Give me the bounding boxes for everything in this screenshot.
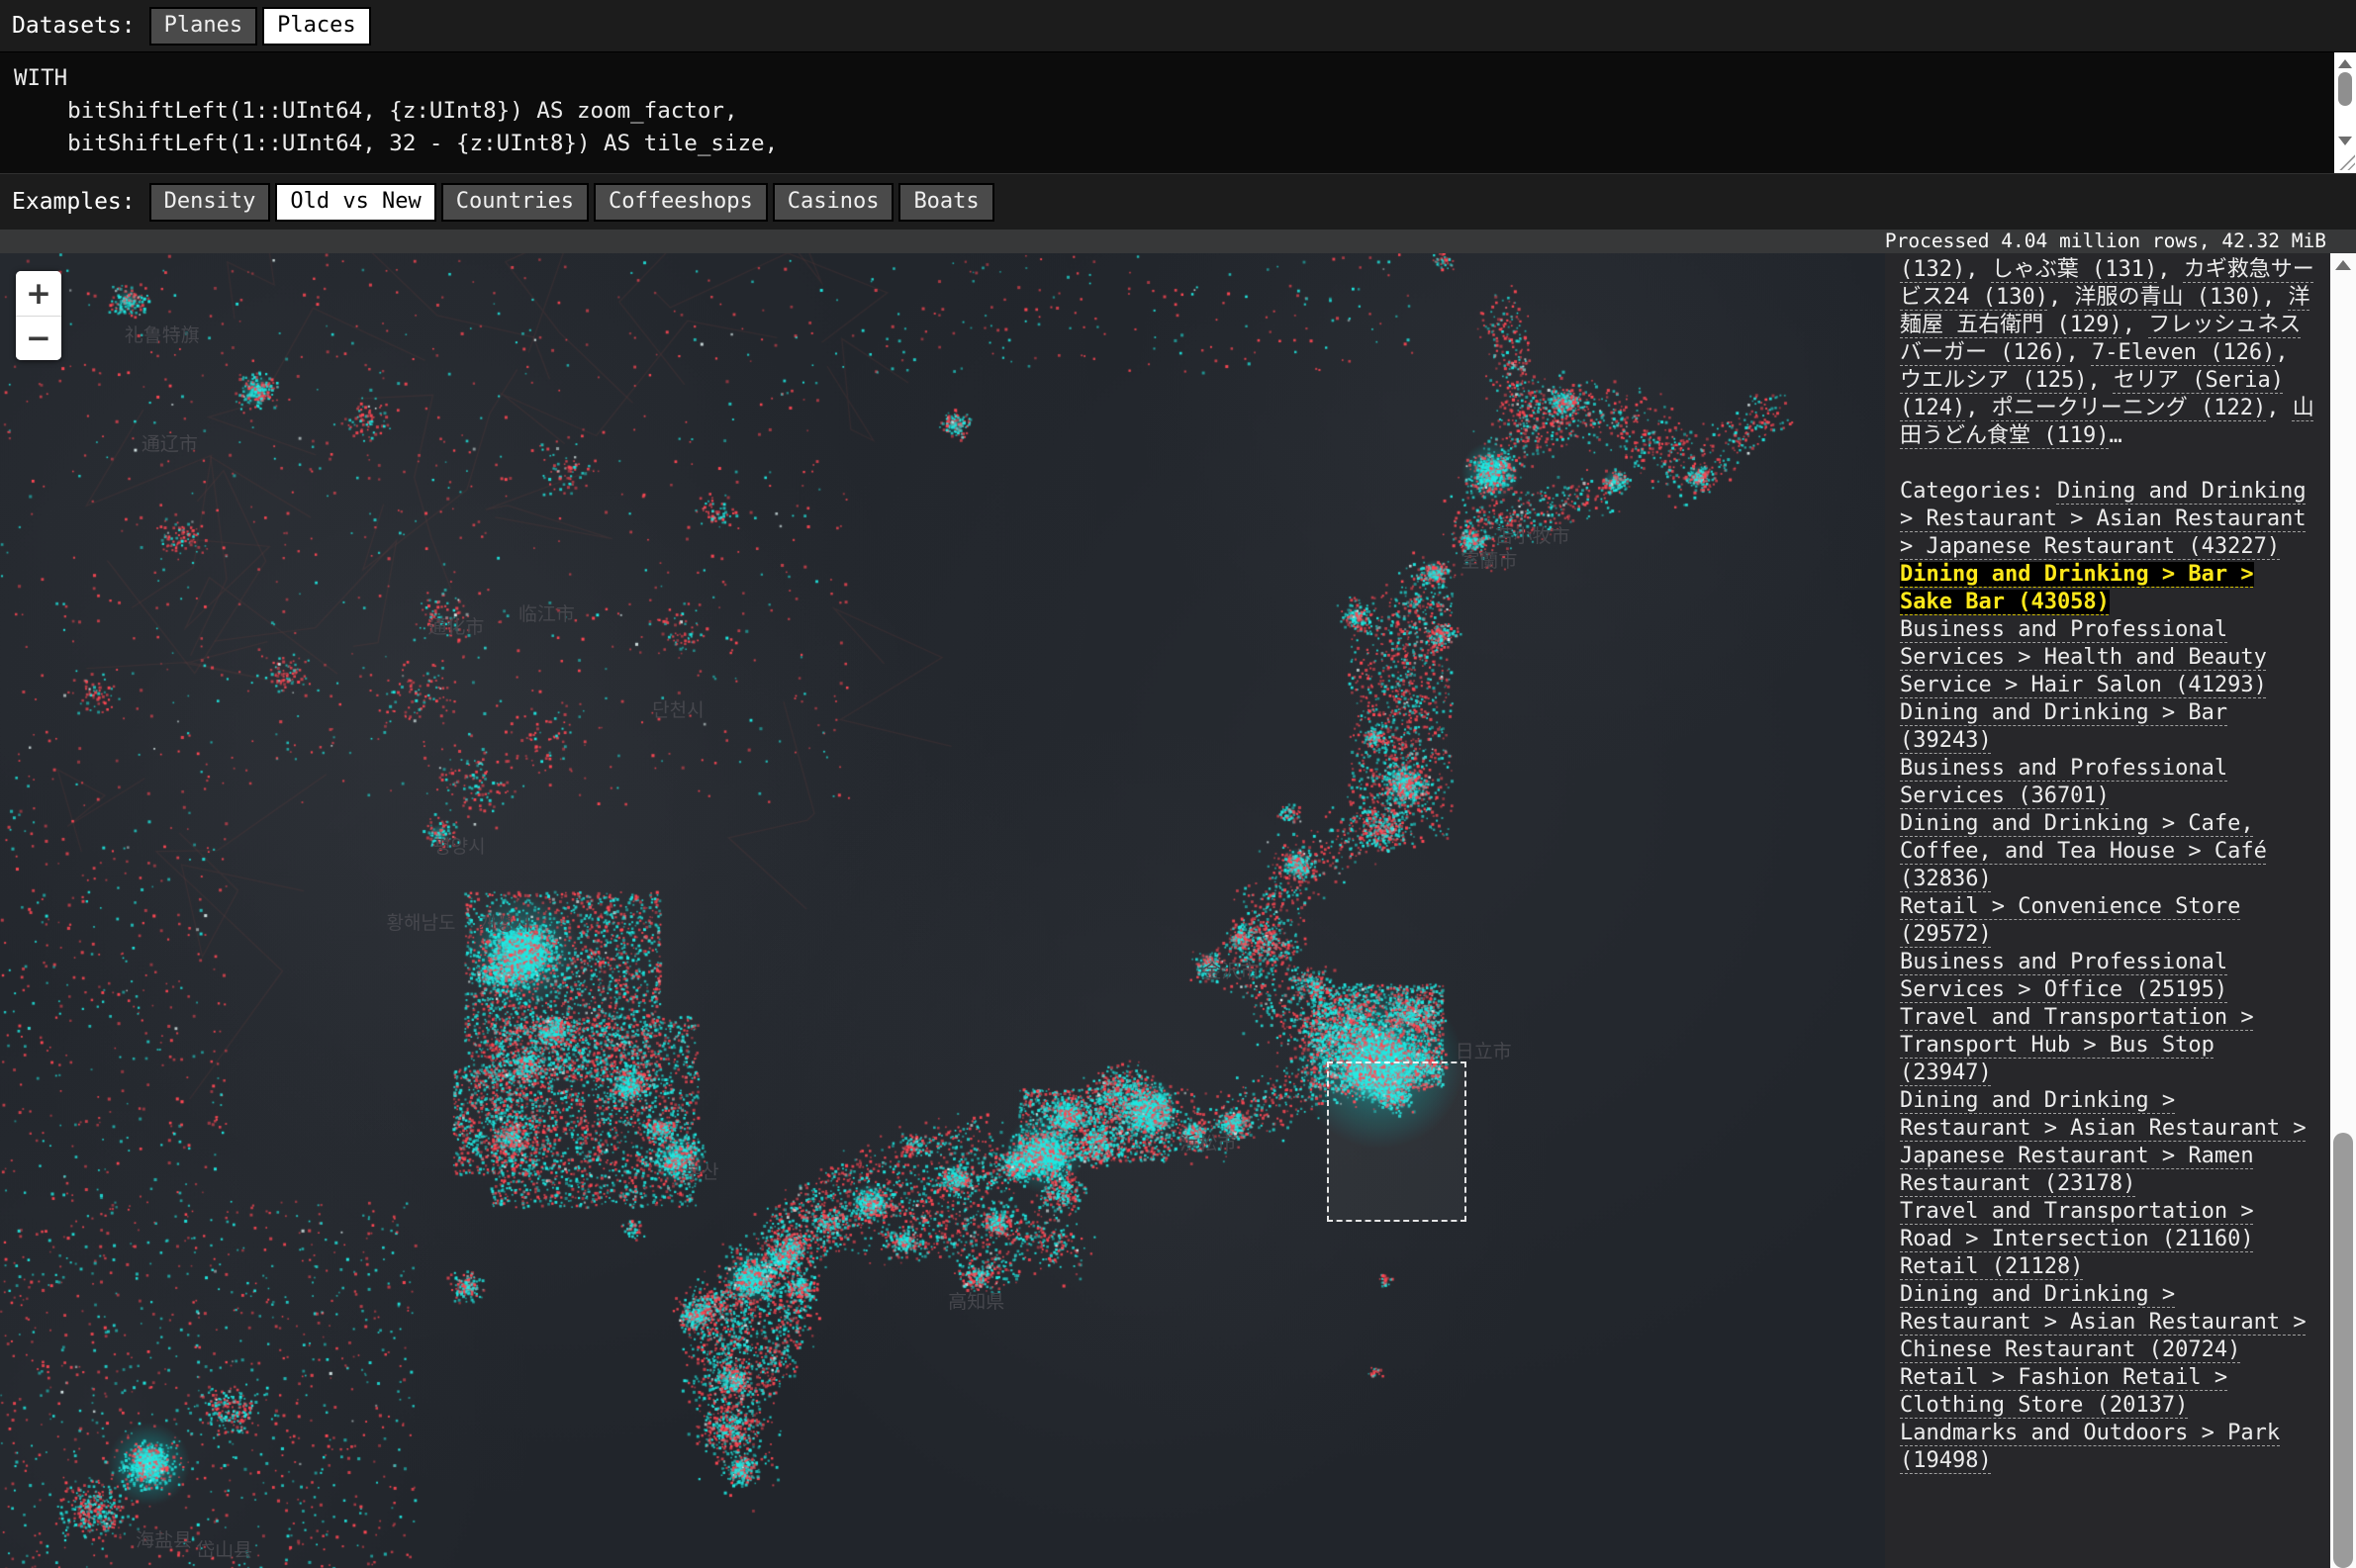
dataset-button-planes[interactable]: Planes	[149, 7, 257, 46]
category-link[interactable]: Dining and Drinking > Cafe, Coffee, and …	[1900, 811, 2267, 891]
sql-query-input[interactable]	[0, 52, 2334, 173]
map-place-label: 단천시	[652, 695, 704, 722]
category-link[interactable]: Travel and Transportation > Transport Hu…	[1900, 1005, 2254, 1085]
category-link[interactable]: Business and Professional Services > Off…	[1900, 950, 2227, 1002]
map-place-label: 日立市	[1456, 1037, 1512, 1063]
map-place-label: 通辽市	[141, 429, 198, 456]
example-button-countries[interactable]: Countries	[441, 183, 589, 222]
map-place-label: 浜松市	[1180, 1129, 1237, 1155]
resize-grip-icon[interactable]	[2338, 153, 2355, 170]
scroll-up-icon[interactable]	[2335, 260, 2351, 270]
examples-label: Examples:	[12, 189, 136, 215]
main-area: + − 礼鲁特旗通辽市通化市 临江市 단천시평양시황해남도 개성시부산 苫小牧市室蘭市金…	[0, 253, 2356, 1568]
map-place-label: 金沢市	[1202, 957, 1259, 983]
map-place-label: 岱山县	[196, 1535, 252, 1562]
map-place-label: 高知県	[948, 1287, 1004, 1314]
top-name-link[interactable]: ポニークリーニング (122)	[1992, 396, 2266, 420]
map-place-label: 부산	[685, 1157, 719, 1184]
category-link[interactable]: Dining and Drinking > Restaurant > Asian…	[1900, 1282, 2307, 1362]
top-name-link[interactable]: 洋服の青山 (130)	[2074, 285, 2261, 310]
scroll-up-icon[interactable]	[2338, 59, 2352, 68]
categories-list: Categories: Dining and Drinking > Restau…	[1900, 478, 2315, 1475]
datasets-buttons: PlanesPlaces	[149, 7, 376, 46]
example-button-boats[interactable]: Boats	[898, 183, 993, 222]
map-zoom-control: + −	[16, 271, 61, 360]
dataset-button-places[interactable]: Places	[262, 7, 370, 46]
datasets-bar: Datasets: PlanesPlaces	[0, 0, 2356, 51]
app-root: Datasets: PlanesPlaces Examples: Density…	[0, 0, 2356, 1568]
map-place-label: 临江市	[518, 600, 575, 626]
results-sidebar: (132), しゃぶ葉 (131), カギ救急サービス24 (130), 洋服の…	[1885, 253, 2330, 1568]
map-place-label: 황해남도	[387, 908, 456, 935]
page-scrollbar[interactable]	[2330, 253, 2356, 1568]
example-button-density[interactable]: Density	[149, 183, 271, 222]
category-link[interactable]: Dining and Drinking > Restaurant > Asian…	[1900, 1088, 2307, 1196]
top-name-link[interactable]: (132)	[1900, 257, 1965, 282]
code-scrollbar[interactable]	[2334, 52, 2356, 173]
examples-buttons: DensityOld vs NewCountriesCoffeeshopsCas…	[149, 183, 999, 222]
map-place-label: 苫小牧市	[1495, 521, 1570, 548]
example-button-old-vs-new[interactable]: Old vs New	[275, 183, 435, 222]
map-canvas[interactable]	[0, 253, 1885, 1568]
top-name-link[interactable]: ウエルシア (125)	[1900, 368, 2087, 393]
category-link[interactable]: Travel and Transportation > Road > Inter…	[1900, 1199, 2254, 1251]
map-place-label: 평양시	[433, 832, 485, 859]
map-place-label: 海盐县	[136, 1525, 192, 1552]
code-scrollbar-thumb[interactable]	[2338, 72, 2352, 106]
example-button-coffeeshops[interactable]: Coffeeshops	[594, 183, 768, 222]
top-name-link[interactable]: しゃぶ葉 (131)	[1992, 257, 2157, 282]
category-link[interactable]: Dining and Drinking > Bar (39243)	[1900, 700, 2227, 753]
scroll-down-icon[interactable]	[2338, 137, 2352, 145]
zoom-in-button[interactable]: +	[16, 271, 61, 316]
category-link[interactable]: Retail > Convenience Store (29572)	[1900, 894, 2240, 947]
datasets-label: Datasets:	[12, 13, 136, 39]
category-link-highlighted[interactable]: Dining and Drinking > Bar > Sake Bar (43…	[1900, 562, 2254, 614]
page-scrollbar-thumb[interactable]	[2333, 1133, 2353, 1568]
map-place-label: 通化市	[427, 612, 484, 639]
map-selection-rect[interactable]	[1327, 1061, 1466, 1222]
category-link[interactable]: Retail (21128)	[1900, 1254, 2083, 1279]
example-button-casinos[interactable]: Casinos	[773, 183, 895, 222]
examples-bar: Examples: DensityOld vs NewCountriesCoff…	[0, 173, 2356, 230]
map-place-label: 室蘭市	[1461, 546, 1517, 573]
category-link[interactable]: Landmarks and Outdoors > Park (19498)	[1900, 1421, 2280, 1473]
code-editor	[0, 51, 2356, 173]
top-names-list: (132), しゃぶ葉 (131), カギ救急サービス24 (130), 洋服の…	[1900, 256, 2315, 450]
category-link[interactable]: Business and Professional Services > Hea…	[1900, 617, 2267, 697]
zoom-out-button[interactable]: −	[16, 316, 61, 360]
categories-label: Categories:	[1900, 479, 2057, 504]
map-place-label: 개성시	[479, 909, 530, 936]
map[interactable]: + − 礼鲁特旗通辽市通化市 临江市 단천시평양시황해남도 개성시부산 苫小牧市室蘭市金…	[0, 253, 1885, 1568]
status-bar: Processed 4.04 million rows, 42.32 MiB	[0, 230, 2356, 253]
category-link[interactable]: Retail > Fashion Retail > Clothing Store…	[1900, 1365, 2227, 1418]
map-place-label: 礼鲁特旗	[125, 321, 200, 347]
category-link[interactable]: Business and Professional Services (3670…	[1900, 756, 2227, 808]
top-name-link[interactable]: 7-Eleven (126)	[2092, 340, 2275, 365]
